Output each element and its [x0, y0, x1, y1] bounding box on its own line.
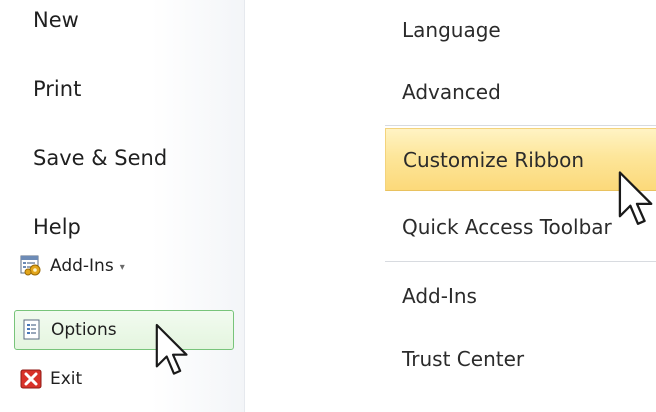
- options-category-trust-center[interactable]: Trust Center: [385, 329, 656, 389]
- backstage-item-save-send[interactable]: Save & Send: [33, 146, 167, 170]
- options-button[interactable]: Options: [14, 310, 234, 350]
- category-label: Quick Access Toolbar: [402, 215, 612, 239]
- category-label: Advanced: [402, 80, 501, 104]
- category-divider: [385, 261, 656, 262]
- exit-x-icon: [20, 368, 42, 390]
- category-divider: [385, 125, 656, 126]
- exit-label: Exit: [50, 369, 83, 389]
- category-label: Trust Center: [402, 347, 525, 371]
- backstage-item-label: Save & Send: [33, 146, 168, 170]
- backstage-item-print[interactable]: Print: [33, 77, 81, 101]
- options-category-language[interactable]: Language: [385, 0, 656, 60]
- category-label: Add-Ins: [402, 284, 477, 308]
- addins-gear-icon: [20, 255, 42, 277]
- options-document-icon: [21, 319, 43, 341]
- options-category-customize-ribbon[interactable]: Customize Ribbon: [385, 128, 656, 191]
- backstage-item-help[interactable]: Help: [33, 215, 81, 239]
- backstage-item-label: Help: [33, 215, 81, 239]
- addins-label: Add-Ins: [50, 256, 114, 276]
- options-category-add-ins[interactable]: Add-Ins: [385, 266, 656, 326]
- exit-button[interactable]: Exit: [14, 359, 234, 399]
- category-label: Customize Ribbon: [403, 147, 585, 172]
- options-category-quick-access-toolbar[interactable]: Quick Access Toolbar: [385, 197, 656, 257]
- category-label: Language: [402, 18, 501, 42]
- addins-button[interactable]: Add-Ins ▾: [14, 246, 234, 286]
- options-label: Options: [51, 320, 117, 340]
- backstage-menu: New Print Save & Send Help Add-Ins ▾ Opt…: [0, 0, 245, 412]
- options-category-advanced[interactable]: Advanced: [385, 62, 656, 122]
- backstage-item-label: New: [33, 8, 79, 32]
- chevron-down-icon: ▾: [119, 261, 125, 273]
- backstage-item-label: Print: [33, 77, 82, 101]
- options-category-list: Language Advanced Customize Ribbon Quick…: [385, 0, 656, 412]
- backstage-item-new[interactable]: New: [33, 8, 79, 32]
